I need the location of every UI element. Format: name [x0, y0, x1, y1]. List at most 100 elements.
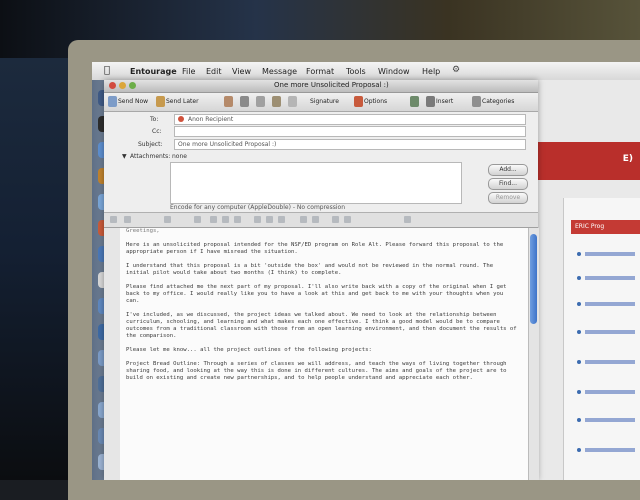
- send-later-button[interactable]: Send Later: [166, 98, 199, 105]
- categories-icon[interactable]: [472, 96, 481, 107]
- link-icon[interactable]: [272, 96, 281, 107]
- minimize-icon[interactable]: [119, 82, 126, 89]
- encode-note[interactable]: Encode for any computer (AppleDouble) - …: [170, 204, 345, 211]
- sidebar-link[interactable]: [585, 302, 635, 306]
- menu-app-name[interactable]: Entourage: [130, 67, 177, 76]
- cc-field[interactable]: [174, 126, 526, 137]
- body-paragraph: I've included, as we discussed, the proj…: [126, 312, 517, 339]
- sidebar-frame: [563, 198, 640, 480]
- message-body[interactable]: Greetings, Here is an unsolicited propos…: [120, 228, 530, 480]
- color-icon[interactable]: [194, 216, 201, 223]
- list-bullet: [577, 252, 581, 256]
- attachments-toggle-icon[interactable]: ▼: [122, 153, 127, 160]
- bullets-icon[interactable]: [300, 216, 307, 223]
- list-bullet: [577, 448, 581, 452]
- sidebar-link[interactable]: [585, 276, 635, 280]
- list-bullet: [577, 276, 581, 280]
- attachments-label: Attachments:: [130, 153, 171, 160]
- menu-view[interactable]: View: [232, 67, 251, 76]
- scrollbar-thumb[interactable]: [530, 234, 537, 324]
- menu-edit[interactable]: Edit: [206, 67, 222, 76]
- list-bullet: [577, 330, 581, 334]
- font-menu-icon[interactable]: [124, 216, 131, 223]
- formatting-bar: [104, 212, 538, 228]
- menu-format[interactable]: Format: [306, 67, 334, 76]
- outdent-icon[interactable]: [344, 216, 351, 223]
- subject-value: One more Unsolicited Proposal :): [178, 141, 277, 148]
- window-titlebar[interactable]: One more Unsolicited Proposal :): [104, 80, 538, 93]
- add-attachment-button[interactable]: Add...: [488, 164, 528, 176]
- list-bullet: [577, 360, 581, 364]
- zoom-icon[interactable]: [129, 82, 136, 89]
- insert-button[interactable]: Insert: [436, 98, 453, 105]
- message-header: To: Cc: Anon Recipient Subject: One more…: [104, 112, 538, 212]
- size-menu-icon[interactable]: [164, 216, 171, 223]
- window-title: One more Unsolicited Proposal :): [274, 81, 389, 89]
- align-center-icon[interactable]: [266, 216, 273, 223]
- apple-menu-icon[interactable]: : [104, 65, 110, 76]
- remove-attachment-button[interactable]: Remove: [488, 192, 528, 204]
- subject-label: Subject:: [138, 141, 163, 148]
- compose-window: One more Unsolicited Proposal :) Send No…: [104, 80, 539, 480]
- monitor-screen:  Entourage File Edit View Message Forma…: [92, 62, 640, 480]
- sidebar-link[interactable]: [585, 448, 635, 452]
- sidebar-link[interactable]: [585, 252, 635, 256]
- body-left-gutter: [104, 228, 120, 480]
- site-banner: E): [537, 142, 640, 180]
- compose-toolbar: Send Now Send Later Signature Options In…: [104, 93, 538, 112]
- background-browser-window: E) ERIC Prog: [536, 80, 640, 480]
- body-paragraph: Greetings,: [126, 228, 160, 234]
- sidebar-heading: ERIC Prog: [571, 220, 640, 234]
- close-icon[interactable]: [109, 82, 116, 89]
- numbering-icon[interactable]: [312, 216, 319, 223]
- to-value: Anon Recipient: [188, 116, 234, 123]
- sidebar-link[interactable]: [585, 360, 635, 364]
- menu-help[interactable]: Help: [422, 67, 440, 76]
- italic-icon[interactable]: [222, 216, 229, 223]
- format-toggle-icon[interactable]: [110, 216, 117, 223]
- menu-file[interactable]: File: [182, 67, 195, 76]
- save-icon[interactable]: [224, 96, 233, 107]
- list-bullet: [577, 418, 581, 422]
- categories-button[interactable]: Categories: [482, 98, 514, 105]
- menu-bar:  Entourage File Edit View Message Forma…: [92, 62, 640, 81]
- list-bullet: [577, 302, 581, 306]
- list-bullet: [577, 390, 581, 394]
- bold-icon[interactable]: [210, 216, 217, 223]
- align-left-icon[interactable]: [254, 216, 261, 223]
- menu-tools[interactable]: Tools: [346, 67, 366, 76]
- body-paragraph: Please find attached me the next part of…: [126, 284, 507, 304]
- menu-window[interactable]: Window: [378, 67, 410, 76]
- address-icon[interactable]: [240, 96, 249, 107]
- send-later-icon[interactable]: [156, 96, 165, 107]
- body-paragraph: Project Bread Outline: Through a series …: [126, 361, 507, 381]
- options-icon[interactable]: [354, 96, 363, 107]
- script-menu-icon[interactable]: ⚙: [452, 65, 460, 75]
- menu-message[interactable]: Message: [262, 67, 297, 76]
- format-icon[interactable]: [410, 96, 419, 107]
- signature-button[interactable]: Signature: [310, 98, 339, 105]
- align-right-icon[interactable]: [278, 216, 285, 223]
- body-scrollbar[interactable]: [528, 228, 539, 480]
- send-now-button[interactable]: Send Now: [118, 98, 148, 105]
- find-attachment-button[interactable]: Find...: [488, 178, 528, 190]
- to-label: To:: [150, 116, 159, 123]
- cc-label: Cc:: [152, 128, 162, 135]
- attachments-list[interactable]: [170, 162, 462, 204]
- edit-icon[interactable]: [288, 96, 297, 107]
- body-paragraph: Here is an unsolicited proposal intended…: [126, 242, 504, 255]
- options-button[interactable]: Options: [364, 98, 387, 105]
- highlight-icon[interactable]: [404, 216, 411, 223]
- body-paragraph: Please let me know... all the project ou…: [126, 347, 372, 353]
- insert-icon[interactable]: [426, 96, 435, 107]
- send-now-icon[interactable]: [108, 96, 117, 107]
- sidebar-link[interactable]: [585, 390, 635, 394]
- underline-icon[interactable]: [234, 216, 241, 223]
- sidebar-link[interactable]: [585, 418, 635, 422]
- sidebar-link[interactable]: [585, 330, 635, 334]
- attach-icon[interactable]: [256, 96, 265, 107]
- attachments-value: none: [172, 153, 187, 160]
- contact-icon: [178, 116, 184, 122]
- indent-icon[interactable]: [332, 216, 339, 223]
- body-paragraph: I understand that this proposal is a bit…: [126, 263, 494, 276]
